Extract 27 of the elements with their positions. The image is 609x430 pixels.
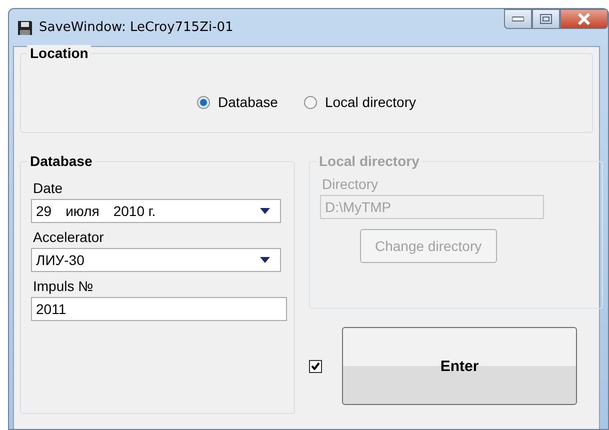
enter-button[interactable]: Enter: [342, 327, 577, 405]
minimize-button[interactable]: [504, 9, 532, 29]
checkbox[interactable]: [309, 360, 322, 372]
group-title: Local directory: [316, 153, 422, 169]
caret-icon: [260, 257, 270, 263]
maximize-icon: [540, 14, 552, 24]
dropdown-value: 2010 г.: [113, 203, 156, 219]
minimize-icon: [512, 16, 524, 22]
dropdown[interactable]: ЛИУ-30: [31, 248, 281, 272]
field-label: Date: [33, 180, 64, 196]
dropdown-value: ЛИУ-30: [36, 252, 84, 268]
field-label: Impuls №: [33, 278, 94, 294]
close-icon: [577, 13, 591, 25]
radio-button[interactable]: Local directory: [304, 94, 416, 110]
radio-button[interactable]: Database: [197, 94, 278, 110]
caret-icon: [260, 208, 270, 214]
window-title: SaveWindow: LeCroy715Zi-01: [39, 20, 234, 35]
maximize-button[interactable]: [532, 9, 560, 29]
dropdown-value: 29: [36, 203, 52, 219]
dropdown[interactable]: 29 июля 2010 г.: [31, 199, 281, 223]
group-title: Location: [27, 45, 92, 61]
group-title: Database: [27, 153, 96, 169]
dropdown-value: июля: [66, 203, 100, 219]
field-label: Directory: [322, 176, 380, 192]
input-field[interactable]: 2011: [31, 297, 287, 321]
close-button[interactable]: [560, 9, 608, 29]
field-label: Accelerator: [33, 229, 105, 245]
